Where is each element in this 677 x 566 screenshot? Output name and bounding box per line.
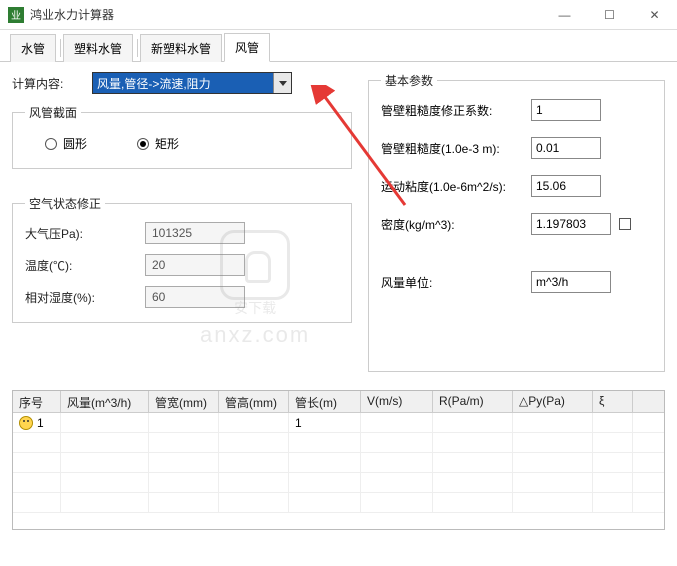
th-height[interactable]: 管高(mm) — [219, 391, 289, 412]
pressure-field[interactable]: 101325 — [145, 222, 245, 244]
rough-coef-label: 管壁粗糙度修正系数: — [381, 102, 531, 119]
radio-rect[interactable]: 矩形 — [137, 135, 179, 152]
table-header: 序号 风量(m^3/h) 管宽(mm) 管高(mm) 管长(m) V(m/s) … — [13, 391, 664, 413]
roughness-input[interactable]: 0.01 — [531, 137, 601, 159]
table-row[interactable]: 1 1 — [13, 413, 664, 433]
th-dpy[interactable]: △Py(Pa) — [513, 391, 593, 412]
th-width[interactable]: 管宽(mm) — [149, 391, 219, 412]
maximize-button[interactable]: ☐ — [587, 0, 632, 30]
smiley-icon — [19, 416, 33, 430]
rough-coef-input[interactable]: 1 — [531, 99, 601, 121]
tab-plastic[interactable]: 塑料水管 — [63, 34, 133, 62]
results-table[interactable]: 序号 风量(m^3/h) 管宽(mm) 管高(mm) 管长(m) V(m/s) … — [12, 390, 665, 530]
cell-seq[interactable]: 1 — [13, 413, 61, 432]
th-xi[interactable]: ξ — [593, 391, 633, 412]
flow-unit-label: 风量单位: — [381, 274, 491, 291]
app-icon: 业 — [8, 7, 24, 23]
temperature-field[interactable]: 20 — [145, 254, 245, 276]
table-row[interactable] — [13, 433, 664, 453]
th-velocity[interactable]: V(m/s) — [361, 391, 433, 412]
cell-flow[interactable] — [61, 413, 149, 432]
basic-params-group: 基本参数 管壁粗糙度修正系数: 1 管壁粗糙度(1.0e-3 m): 0.01 … — [368, 72, 665, 372]
dropdown-button[interactable] — [273, 73, 291, 93]
pressure-label: 大气压Pa): — [25, 225, 145, 242]
cell-width[interactable] — [149, 413, 219, 432]
th-flow[interactable]: 风量(m^3/h) — [61, 391, 149, 412]
tab-water[interactable]: 水管 — [10, 34, 56, 62]
th-length[interactable]: 管长(m) — [289, 391, 361, 412]
air-correction-legend: 空气状态修正 — [25, 195, 105, 212]
radio-circle-label: 圆形 — [63, 135, 87, 152]
close-button[interactable]: ✕ — [632, 0, 677, 30]
cell-length[interactable]: 1 — [289, 413, 361, 432]
basic-params-legend: 基本参数 — [381, 72, 437, 89]
th-seq[interactable]: 序号 — [13, 391, 61, 412]
calc-content-combo[interactable]: 风量,管径->流速,阻力 — [92, 72, 292, 94]
density-input[interactable]: 1.197803 — [531, 213, 611, 235]
radio-icon — [137, 138, 149, 150]
radio-circle[interactable]: 圆形 — [45, 135, 87, 152]
table-row[interactable] — [13, 473, 664, 493]
cell-height[interactable] — [219, 413, 289, 432]
viscosity-label: 运动粘度(1.0e-6m^2/s): — [381, 178, 531, 195]
humidity-label: 相对湿度(%): — [25, 289, 145, 306]
cell-dpy[interactable] — [513, 413, 593, 432]
main-panel: 计算内容: 风量,管径->流速,阻力 风管截面 圆形 矩形 空气状态修正 — [0, 62, 677, 390]
humidity-field[interactable]: 60 — [145, 286, 245, 308]
crosssection-legend: 风管截面 — [25, 104, 81, 121]
density-checkbox[interactable] — [619, 218, 631, 230]
temperature-label: 温度(℃): — [25, 257, 145, 274]
flow-unit-input[interactable]: m^3/h — [531, 271, 611, 293]
title-bar: 业 鸿业水力计算器 — ☐ ✕ — [0, 0, 677, 30]
table-row[interactable] — [13, 453, 664, 473]
tab-separator — [60, 39, 61, 57]
crosssection-group: 风管截面 圆形 矩形 — [12, 104, 352, 169]
cell-velocity[interactable] — [361, 413, 433, 432]
tab-separator — [137, 39, 138, 57]
window-title: 鸿业水力计算器 — [30, 6, 542, 23]
calc-content-label: 计算内容: — [12, 75, 92, 92]
density-label: 密度(kg/m^3): — [381, 216, 491, 233]
calc-content-value: 风量,管径->流速,阻力 — [97, 75, 211, 92]
table-row[interactable] — [13, 493, 664, 513]
cell-r[interactable] — [433, 413, 513, 432]
chevron-down-icon — [279, 81, 287, 86]
cell-xi[interactable] — [593, 413, 633, 432]
tab-air-duct[interactable]: 风管 — [224, 33, 270, 62]
viscosity-input[interactable]: 15.06 — [531, 175, 601, 197]
radio-icon — [45, 138, 57, 150]
tab-new-plastic[interactable]: 新塑料水管 — [140, 34, 222, 62]
radio-rect-label: 矩形 — [155, 135, 179, 152]
minimize-button[interactable]: — — [542, 0, 587, 30]
tab-bar: 水管 塑料水管 新塑料水管 风管 — [0, 34, 677, 62]
th-r[interactable]: R(Pa/m) — [433, 391, 513, 412]
roughness-label: 管壁粗糙度(1.0e-3 m): — [381, 140, 531, 157]
air-correction-group: 空气状态修正 大气压Pa): 101325 温度(℃): 20 相对湿度(%):… — [12, 195, 352, 323]
